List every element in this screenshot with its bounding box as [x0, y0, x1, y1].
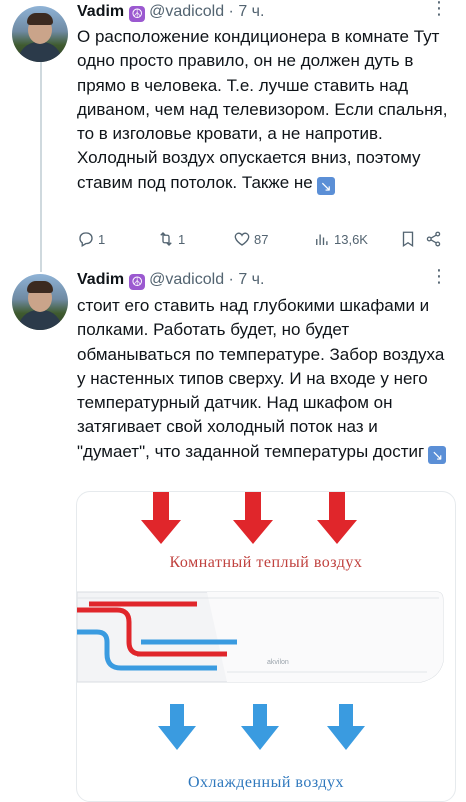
separator: · [224, 271, 239, 288]
tweet-2[interactable]: Vadim ☮ @vadicold · 7 ч. ⋮ стоит его стави… [0, 262, 466, 802]
air-conditioner-unit [77, 591, 444, 683]
retweet-count: 1 [178, 231, 186, 247]
warm-air-caption: Комнатный теплый воздух [169, 554, 363, 571]
author-handle[interactable]: @vadicold [149, 271, 224, 288]
reply-button[interactable]: 1 [77, 230, 144, 248]
bookmark-icon [402, 231, 414, 248]
views-button[interactable]: 13,6K [313, 230, 399, 248]
tweet-text-content: О расположение кондиционера в комнате Ту… [77, 27, 448, 192]
attached-image[interactable]: Комнатный теплый воздух akvilon Охлажден… [76, 491, 456, 802]
tweet-text-content: стоит его ставить над глубокими шкафами … [77, 296, 445, 461]
tweet-header: Vadim ☮ @vadicold · 7 ч. [77, 269, 264, 291]
cold-air-caption: Охлажденный воздух [188, 774, 344, 791]
more-icon[interactable]: ⋮ [430, 0, 448, 23]
warm-air-arrows [141, 492, 357, 544]
separator: · [224, 3, 239, 20]
avatar[interactable] [12, 274, 68, 330]
thread-line [40, 262, 42, 272]
reply-count: 1 [98, 231, 106, 247]
tweet-header: Vadim ☮ @vadicold · 7 ч. [77, 1, 264, 23]
like-button[interactable]: 87 [233, 230, 313, 248]
tweet-text: О расположение кондиционера в комнате Ту… [77, 25, 455, 195]
thread-line [40, 56, 42, 262]
timestamp[interactable]: 7 ч. [238, 3, 264, 20]
author-name[interactable]: Vadim [77, 271, 124, 288]
arrow-down-right-icon: ↘ [428, 445, 447, 464]
peace-badge-icon: ☮ [129, 274, 146, 290]
views-count: 13,6K [334, 231, 368, 247]
author-name[interactable]: Vadim [77, 3, 124, 20]
arrow-down-right-icon: ↘ [316, 176, 335, 195]
retweet-icon [160, 232, 172, 246]
tweet-1[interactable]: Vadim ☮ @vadicold · 7 ч. ⋮ О расположение … [0, 0, 466, 262]
retweet-button[interactable]: 1 [157, 230, 231, 248]
share-button[interactable] [425, 230, 445, 248]
airflow-diagram [77, 492, 444, 750]
tweet-text: стоит его ставить над глубокими шкафами … [77, 294, 455, 464]
timestamp[interactable]: 7 ч. [238, 271, 264, 288]
cold-air-arrows [158, 704, 365, 750]
heart-icon [234, 232, 250, 246]
action-bar: 1 1 87 13,6K [77, 228, 452, 250]
like-count: 87 [254, 231, 269, 247]
author-handle[interactable]: @vadicold [149, 3, 224, 20]
reply-icon [79, 232, 93, 247]
share-icon [426, 231, 441, 247]
peace-badge-icon: ☮ [129, 6, 146, 22]
bookmark-button[interactable] [399, 230, 425, 248]
more-icon[interactable]: ⋮ [430, 267, 448, 291]
views-icon [316, 234, 328, 245]
avatar[interactable] [12, 6, 68, 62]
brand-label: akvilon [267, 659, 289, 666]
